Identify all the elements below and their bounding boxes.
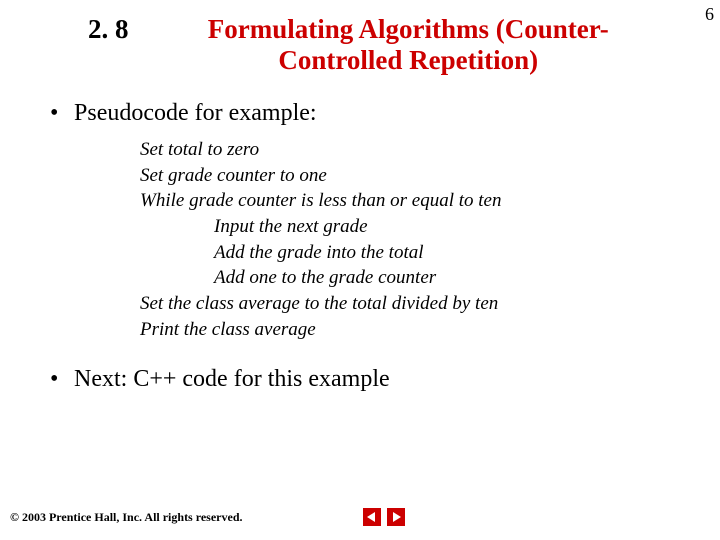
- copyright-text: © 2003 Prentice Hall, Inc. All rights re…: [10, 510, 243, 525]
- pseudocode-line: While grade counter is less than or equa…: [140, 188, 680, 214]
- bullet-marker: •: [50, 100, 74, 127]
- pseudocode-line: Print the class average: [140, 317, 680, 343]
- arrow-left-icon: [367, 512, 377, 522]
- slide-title: Formulating Algorithms (Counter- Control…: [157, 14, 661, 76]
- title-line-1: Formulating Algorithms (Counter-: [208, 14, 609, 44]
- pseudocode-line-indented: Input the next grade: [140, 214, 680, 240]
- next-arrow-button[interactable]: [387, 508, 405, 526]
- slide-body: • Pseudocode for example: Set total to z…: [0, 76, 720, 393]
- bullet-marker: •: [50, 366, 74, 393]
- nav-arrows: [363, 508, 405, 526]
- pseudocode-line: Set the class average to the total divid…: [140, 291, 680, 317]
- slide-title-row: 2. 8 Formulating Algorithms (Counter- Co…: [0, 0, 720, 76]
- page-number: 6: [705, 4, 714, 25]
- prev-arrow-button[interactable]: [363, 508, 381, 526]
- pseudocode-block: Set total to zero Set grade counter to o…: [50, 137, 680, 342]
- arrow-right-icon: [391, 512, 401, 522]
- title-line-2: Controlled Repetition): [278, 45, 538, 75]
- bullet-item: • Next: C++ code for this example: [50, 366, 680, 393]
- footer: © 2003 Prentice Hall, Inc. All rights re…: [10, 508, 405, 526]
- bullet-text: Pseudocode for example:: [74, 100, 317, 127]
- pseudocode-line: Set grade counter to one: [140, 163, 680, 189]
- pseudocode-line-indented: Add the grade into the total: [140, 240, 680, 266]
- pseudocode-line: Set total to zero: [140, 137, 680, 163]
- bullet-text: Next: C++ code for this example: [74, 366, 390, 393]
- section-number: 2. 8: [88, 14, 129, 45]
- bullet-item: • Pseudocode for example:: [50, 100, 680, 127]
- pseudocode-line-indented: Add one to the grade counter: [140, 265, 680, 291]
